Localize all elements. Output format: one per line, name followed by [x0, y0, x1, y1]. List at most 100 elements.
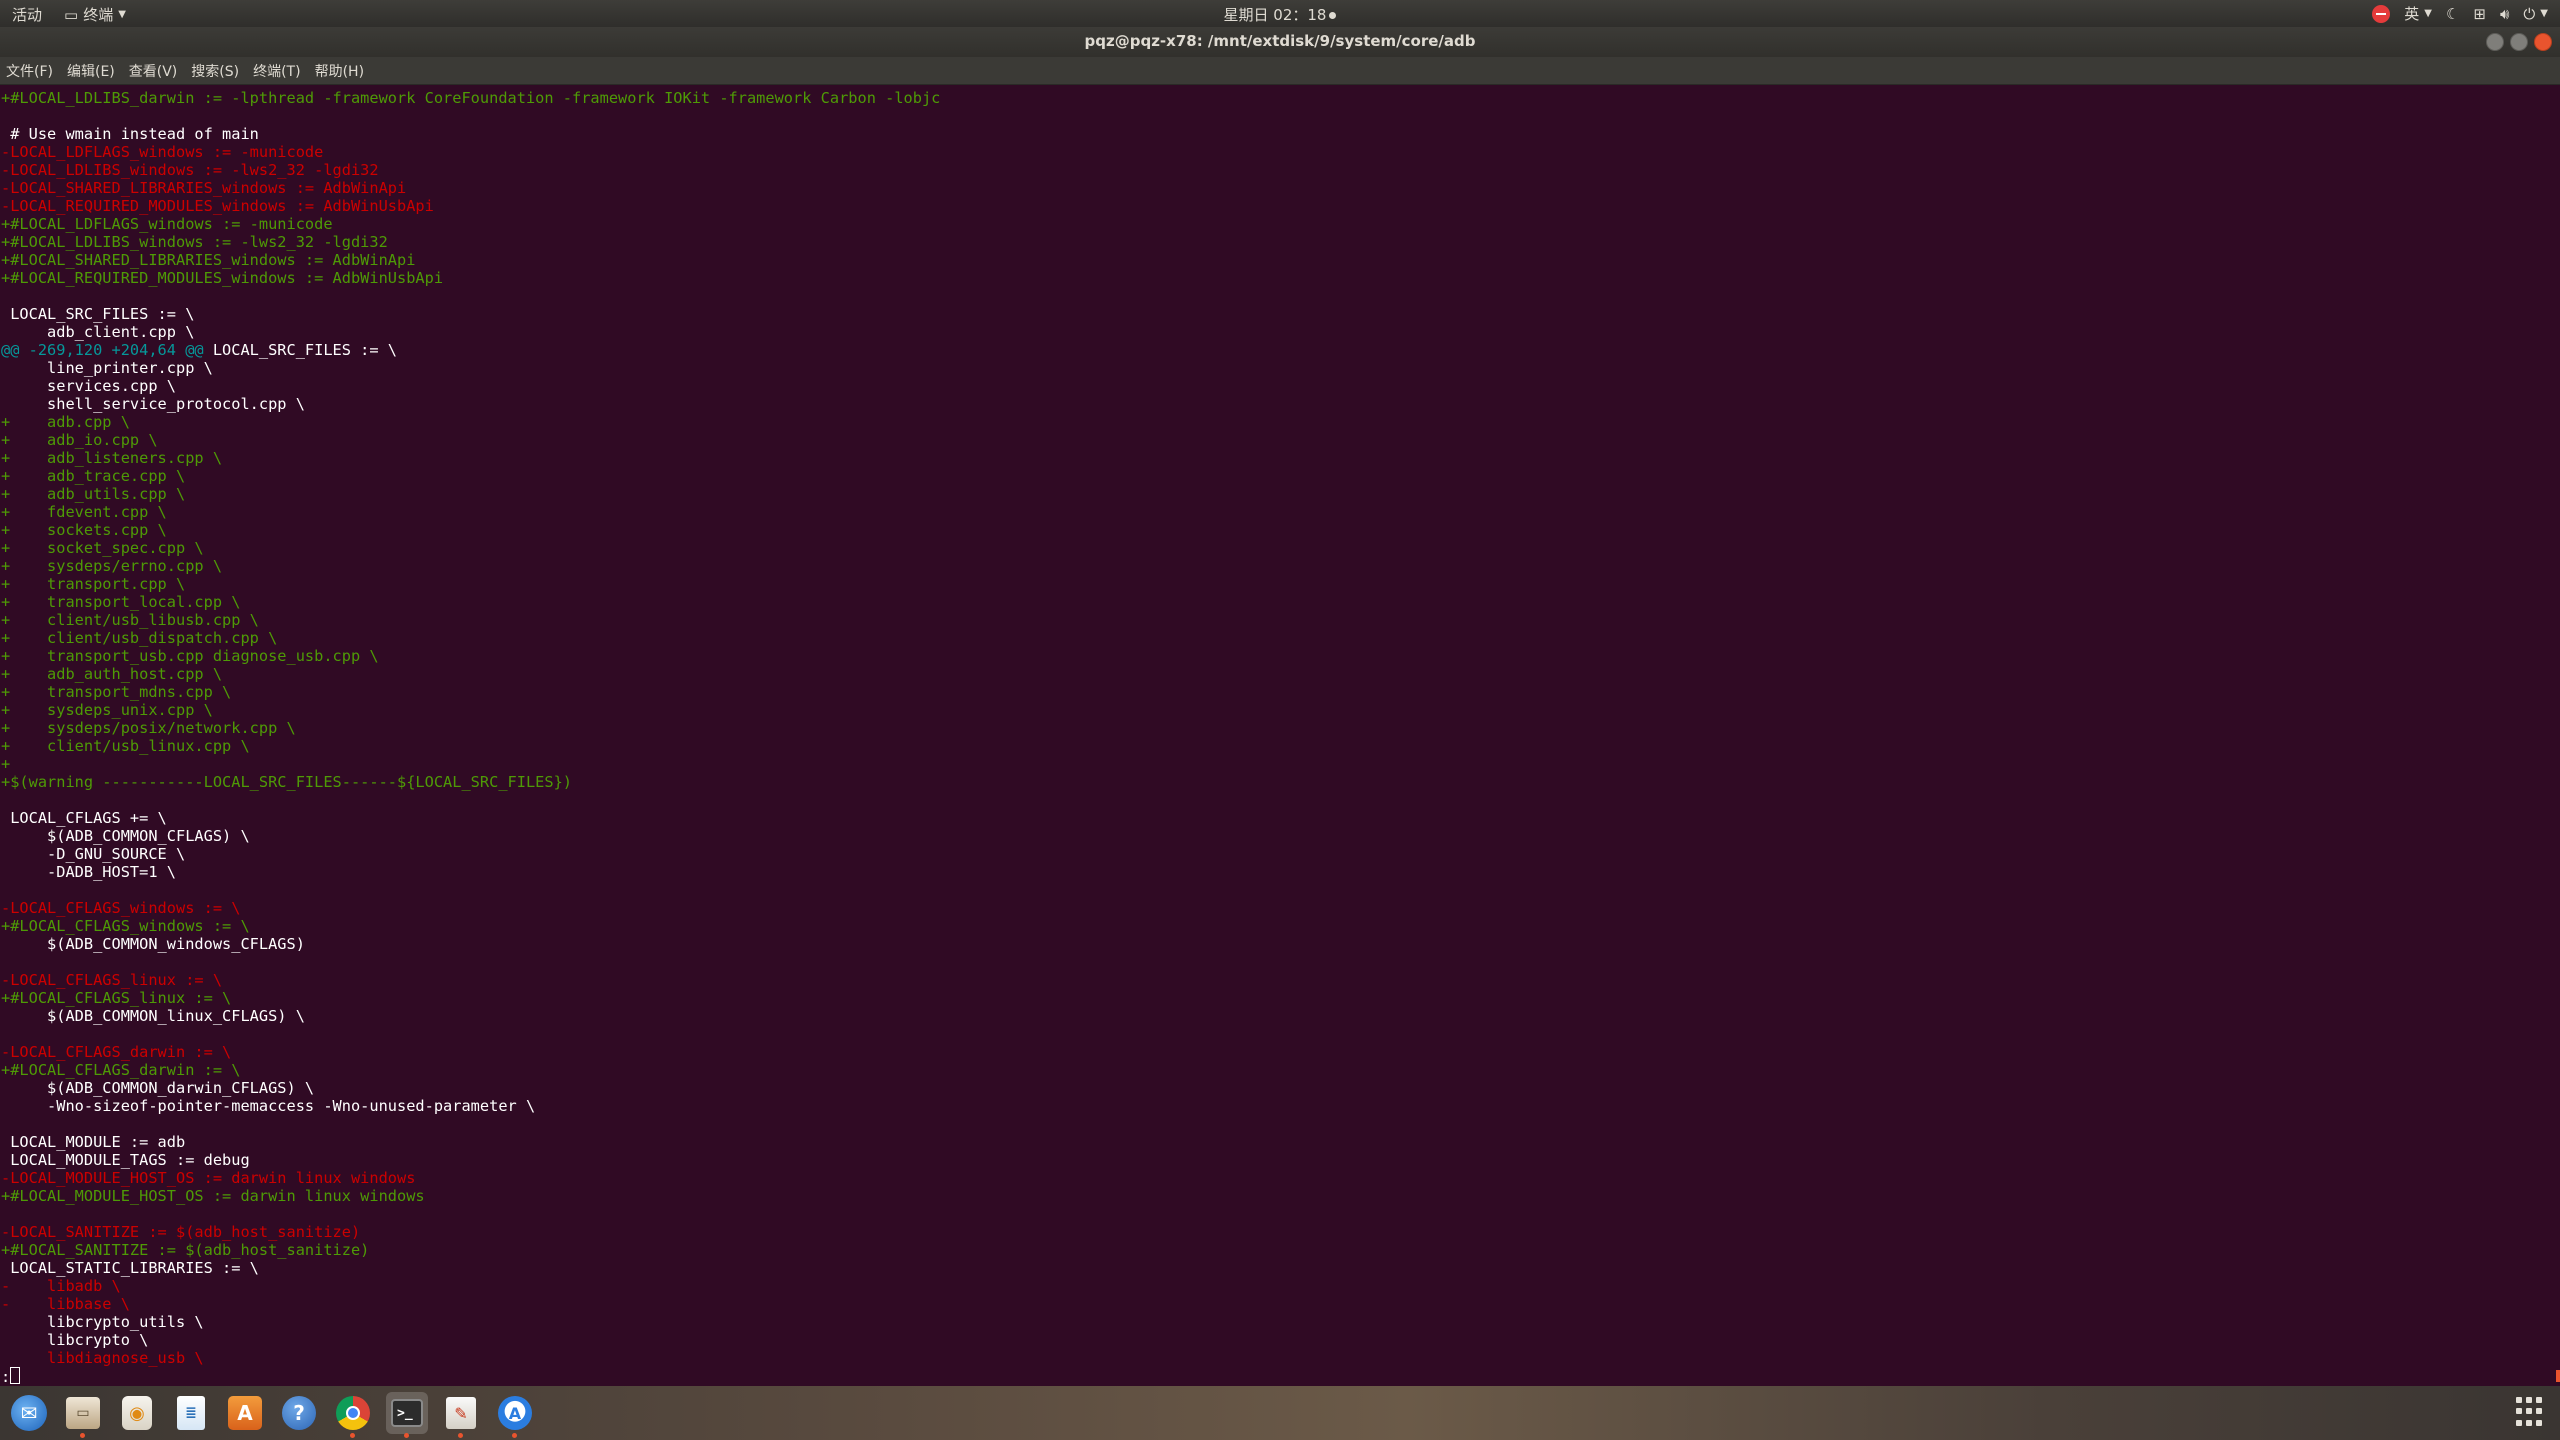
terminal-line-text: $(ADB_COMMON_windows_CFLAGS)	[1, 935, 305, 953]
input-method-indicator[interactable]: 英 ▼	[2404, 3, 2432, 24]
terminal-line-text: LOCAL_CFLAGS += \	[1, 809, 167, 827]
clock[interactable]: 星期日 02：18	[1224, 6, 1337, 24]
dock-item-text-editor[interactable]: ✎	[440, 1392, 482, 1438]
terminal-line: -LOCAL_LDLIBS_windows := -lws2_32 -lgdi3…	[1, 161, 2560, 179]
terminal-line: + adb_io.cpp \	[1, 431, 2560, 449]
terminal-line: + adb_trace.cpp \	[1, 467, 2560, 485]
app-menu-label: 终端	[83, 6, 114, 24]
minimize-icon[interactable]	[2486, 33, 2504, 51]
app-menu-button[interactable]: ▭ 终端 ▼	[64, 4, 126, 25]
terminal-line: libdiagnose_usb \	[1, 1349, 2560, 1367]
menu-help[interactable]: 帮助(H)	[315, 61, 364, 81]
rhythmbox-icon: ◉	[122, 1396, 152, 1430]
terminal-line: -D_GNU_SOURCE \	[1, 845, 2560, 863]
running-indicator	[512, 1433, 517, 1438]
menu-search[interactable]: 搜索(S)	[191, 61, 239, 81]
terminal-line-text: LOCAL_STATIC_LIBRARIES := \	[1, 1259, 259, 1277]
terminal-line: +#LOCAL_CFLAGS_linux := \	[1, 989, 2560, 1007]
terminal-line: +$(warning -----------LOCAL_SRC_FILES---…	[1, 773, 2560, 791]
menu-view[interactable]: 查看(V)	[129, 61, 178, 81]
terminal-line-text: -LOCAL_MODULE_HOST_OS := darwin linux wi…	[1, 1169, 416, 1187]
do-not-disturb-icon[interactable]	[2372, 4, 2391, 23]
terminal-line-text: -LOCAL_REQUIRED_MODULES_windows := AdbWi…	[1, 197, 434, 215]
system-menu-button[interactable]: ⏻ ▼	[2523, 5, 2548, 23]
terminal-line-text: libcrypto_utils \	[1, 1313, 204, 1331]
terminal-line-text: +#LOCAL_MODULE_HOST_OS := darwin linux w…	[1, 1187, 425, 1205]
dock-item-help[interactable]: ?	[278, 1392, 320, 1434]
terminal-line-text: +#LOCAL_CFLAGS_windows := \	[1, 917, 250, 935]
terminal-line-text: $(ADB_COMMON_darwin_CFLAGS) \	[1, 1079, 315, 1097]
grid-icon[interactable]	[2516, 1397, 2546, 1427]
terminal-icon: >_	[391, 1399, 423, 1427]
terminal-line-text: -D_GNU_SOURCE \	[1, 845, 186, 863]
dock-item-chrome[interactable]	[332, 1392, 374, 1438]
menu-bar: 文件(F) 编辑(E) 查看(V) 搜索(S) 终端(T) 帮助(H)	[0, 57, 2560, 85]
terminal-line-text: + client/usb_linux.cpp \	[1, 737, 250, 755]
terminal-line: adb_client.cpp \	[1, 323, 2560, 341]
terminal-line-text: + adb_io.cpp \	[1, 431, 158, 449]
terminal-line: + client/usb_libusb.cpp \	[1, 611, 2560, 629]
power-icon: ⏻	[2523, 4, 2536, 23]
terminal-line: -LOCAL_SHARED_LIBRARIES_windows := AdbWi…	[1, 179, 2560, 197]
terminal-line: -LOCAL_CFLAGS_linux := \	[1, 971, 2560, 989]
menu-terminal[interactable]: 终端(T)	[253, 61, 300, 81]
terminal-line: + sysdeps/posix/network.cpp \	[1, 719, 2560, 737]
dock-item-software-updater[interactable]: A	[494, 1392, 536, 1438]
pager-prompt[interactable]: :	[1, 1367, 2560, 1386]
dock-item-libreoffice-writer[interactable]: ≣	[170, 1392, 212, 1434]
terminal-line-text: line_printer.cpp \	[1, 359, 213, 377]
terminal-line: +#LOCAL_MODULE_HOST_OS := darwin linux w…	[1, 1187, 2560, 1205]
dock-item-rhythmbox[interactable]: ◉	[116, 1392, 158, 1434]
terminal-line: -DADB_HOST=1 \	[1, 863, 2560, 881]
software-center-icon: A	[228, 1396, 262, 1430]
network-icon[interactable]: ⊞	[2473, 5, 2486, 23]
volume-icon[interactable]: 🔊︎	[2500, 5, 2509, 23]
close-icon[interactable]	[2534, 33, 2552, 51]
terminal-line: +#LOCAL_SANITIZE := $(adb_host_sanitize)	[1, 1241, 2560, 1259]
running-indicator	[404, 1433, 409, 1438]
terminal-line-text: + socket_spec.cpp \	[1, 539, 204, 557]
terminal-line: + adb_utils.cpp \	[1, 485, 2560, 503]
terminal-line: libcrypto_utils \	[1, 1313, 2560, 1331]
menu-file[interactable]: 文件(F)	[6, 61, 53, 81]
maximize-icon[interactable]	[2510, 33, 2528, 51]
terminal-line-text: LOCAL_MODULE := adb	[1, 1133, 186, 1151]
terminal-line-text: +#LOCAL_LDLIBS_darwin := -lpthread -fram…	[1, 89, 941, 107]
terminal-line-text: + adb_utils.cpp \	[1, 485, 186, 503]
terminal-line: +	[1, 755, 2560, 773]
dock-item-thunderbird[interactable]: ✉	[8, 1392, 50, 1434]
menu-edit[interactable]: 编辑(E)	[67, 61, 115, 81]
night-light-icon[interactable]: ☾	[2446, 5, 2459, 23]
terminal-line-text: +#LOCAL_LDLIBS_windows := -lws2_32 -lgdi…	[1, 233, 388, 251]
activities-button[interactable]: 活动	[12, 4, 42, 25]
terminal-area[interactable]: +#LOCAL_LDLIBS_darwin := -lpthread -fram…	[0, 86, 2560, 1386]
terminal-line: +#LOCAL_CFLAGS_darwin := \	[1, 1061, 2560, 1079]
running-indicator	[350, 1433, 355, 1438]
terminal-line-text: + adb.cpp \	[1, 413, 130, 431]
terminal-line-text: -DADB_HOST=1 \	[1, 863, 176, 881]
terminal-line-text: +#LOCAL_LDFLAGS_windows := -municode	[1, 215, 333, 233]
terminal-line: LOCAL_MODULE := adb	[1, 1133, 2560, 1151]
terminal-line: $(ADB_COMMON_CFLAGS) \	[1, 827, 2560, 845]
dock-item-terminal[interactable]: >_	[386, 1392, 428, 1438]
terminal-line-text: + transport_local.cpp \	[1, 593, 241, 611]
terminal-line-text: + transport_usb.cpp diagnose_usb.cpp \	[1, 647, 379, 665]
window-title-bar[interactable]: pqz@pqz-x78: /mnt/extdisk/9/system/core/…	[0, 27, 2560, 57]
scrollbar[interactable]	[2556, 1370, 2560, 1382]
dock-item-files[interactable]: ▭	[62, 1392, 104, 1438]
chevron-down-icon: ▼	[118, 9, 126, 20]
terminal-line: -LOCAL_MODULE_HOST_OS := darwin linux wi…	[1, 1169, 2560, 1187]
terminal-line-text: adb_client.cpp \	[1, 323, 195, 341]
terminal-line-text: -LOCAL_CFLAGS_linux := \	[1, 971, 223, 989]
terminal-line: + sockets.cpp \	[1, 521, 2560, 539]
dock-item-software-center[interactable]: A	[224, 1392, 266, 1434]
terminal-line: LOCAL_CFLAGS += \	[1, 809, 2560, 827]
terminal-line: + transport_mdns.cpp \	[1, 683, 2560, 701]
terminal-line-text: + sysdeps/posix/network.cpp \	[1, 719, 296, 737]
terminal-line: +#LOCAL_LDLIBS_darwin := -lpthread -fram…	[1, 89, 2560, 107]
terminal-line: -LOCAL_CFLAGS_windows := \	[1, 899, 2560, 917]
terminal-line-text: -LOCAL_CFLAGS_windows := \	[1, 899, 241, 917]
